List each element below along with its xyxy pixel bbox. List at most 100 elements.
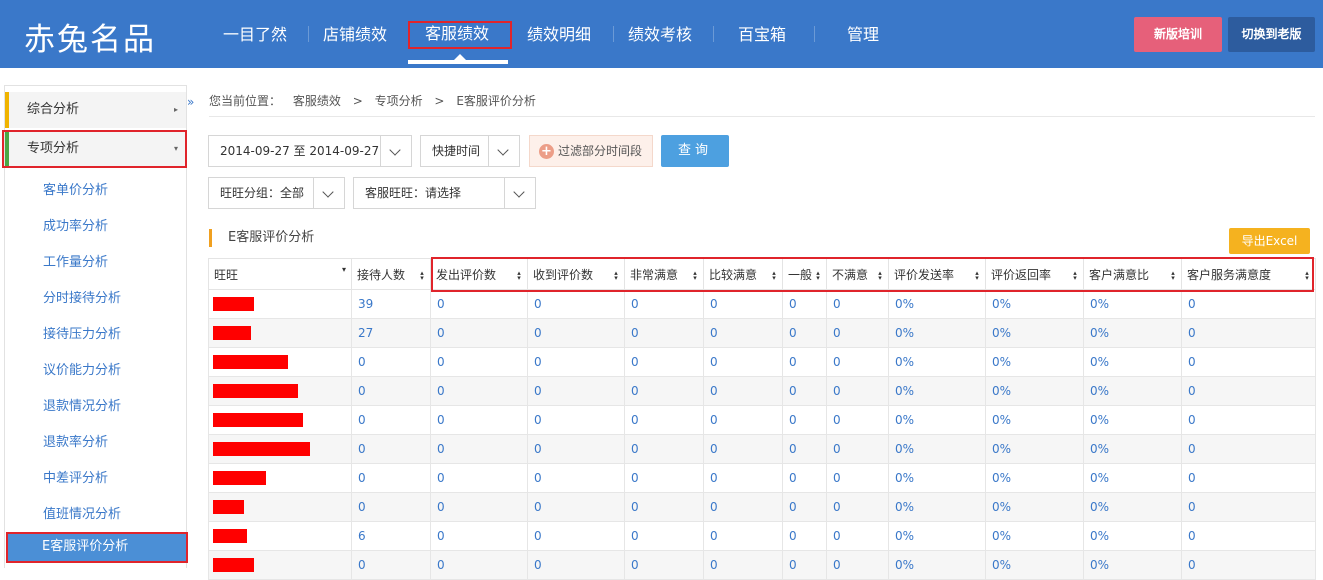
table-cell: 0%: [1083, 550, 1182, 580]
quick-time-select[interactable]: 快捷时间: [420, 135, 520, 167]
breadcrumb-separator: >: [434, 94, 445, 108]
table-cell: 0: [527, 463, 625, 493]
table-cell: 0: [430, 521, 528, 551]
table-cell: 0: [1181, 347, 1316, 377]
table-cell: 0: [624, 376, 704, 406]
sidebar-item-bargaining[interactable]: 议价能力分析: [43, 359, 121, 378]
wangwang-cell: [208, 492, 352, 522]
table-cell: 0: [430, 318, 528, 348]
wangwang-group-select[interactable]: 旺旺分组：全部: [208, 177, 345, 209]
table-cell: 0: [826, 521, 889, 551]
sidebar-item-refund-status[interactable]: 退款情况分析: [43, 395, 121, 414]
table-cell: 0: [430, 550, 528, 580]
table-cell: 0: [527, 289, 625, 319]
breadcrumb-item[interactable]: 专项分析: [375, 94, 423, 108]
export-excel-button[interactable]: 导出Excel: [1229, 228, 1310, 254]
table-cell: 0: [826, 492, 889, 522]
chevron-down-icon: [488, 136, 519, 166]
sidebar-item-refund-rate[interactable]: 退款率分析: [43, 431, 108, 450]
table-cell: 0: [703, 463, 783, 493]
table-cell[interactable]: 0: [351, 550, 431, 580]
new-training-button[interactable]: 新版培训: [1134, 17, 1222, 52]
nav-separator: [308, 26, 309, 42]
redacted-name: [213, 413, 303, 428]
table-cell[interactable]: 39: [351, 289, 431, 319]
sort-icon[interactable]: ▴▾: [418, 269, 426, 279]
table-cell: 0%: [1083, 376, 1182, 406]
sidebar-group-highlight: [2, 130, 187, 168]
breadcrumb-item[interactable]: 客服绩效: [293, 94, 341, 108]
sidebar-item-hourly-reception[interactable]: 分时接待分析: [43, 287, 121, 306]
nav-active-underline: [408, 60, 508, 64]
nav-separator: [814, 26, 815, 42]
table-cell: 0: [782, 463, 827, 493]
table-cell[interactable]: 27: [351, 318, 431, 348]
table-row: 0 0 0 0 0 0 0 0% 0% 0% 0: [208, 405, 1316, 435]
table-row: 0 0 0 0 0 0 0 0% 0% 0% 0: [208, 376, 1316, 406]
redacted-name: [213, 355, 288, 370]
table-cell: 0%: [985, 318, 1084, 348]
nav-item-overview[interactable]: 一目了然: [223, 21, 287, 45]
exclude-period-button[interactable]: + 过滤部分时间段: [529, 135, 653, 167]
sidebar-collapse-icon[interactable]: »: [187, 95, 194, 109]
table-cell: 0: [624, 521, 704, 551]
nav-item-performance-detail[interactable]: 绩效明细: [527, 21, 591, 45]
wangwang-cell: [208, 318, 352, 348]
table-cell: 0: [826, 376, 889, 406]
app-logo[interactable]: 赤兔名品: [24, 14, 156, 59]
wangwang-group-value: 旺旺分组：全部: [220, 186, 305, 200]
table-cell: 0: [527, 521, 625, 551]
column-header[interactable]: 旺旺 ▾: [208, 258, 352, 290]
table-cell: 0: [624, 289, 704, 319]
dropdown-caret-icon[interactable]: ▾: [342, 266, 346, 274]
table-cell: 0: [782, 376, 827, 406]
date-range-select[interactable]: 2014-09-27 至 2014-09-27: [208, 135, 412, 167]
top-header: 赤兔名品 一目了然 店铺绩效 客服绩效 绩效明细 绩效考核 百宝箱 管理 新版培…: [0, 0, 1323, 68]
table-cell: 0: [527, 492, 625, 522]
table-cell: 0%: [888, 405, 986, 435]
sidebar-item-reception-pressure[interactable]: 接待压力分析: [43, 323, 121, 342]
sidebar: 综合分析 ▸ 专项分析 ▾ 客单价分析 成功率分析 工作量分析 分时接待分析 接…: [2, 85, 188, 568]
nav-item-admin[interactable]: 管理: [847, 21, 879, 45]
nav-item-performance-review[interactable]: 绩效考核: [628, 21, 692, 45]
sidebar-item-unit-price[interactable]: 客单价分析: [43, 179, 108, 198]
table-cell: 0: [1181, 376, 1316, 406]
table-cell[interactable]: 0: [351, 405, 431, 435]
table-cell: 0: [826, 463, 889, 493]
redacted-name: [213, 558, 254, 573]
table-cell[interactable]: 0: [351, 492, 431, 522]
nav-active-caret: [454, 54, 466, 60]
table-cell: 0: [703, 347, 783, 377]
table-cell: 0: [703, 550, 783, 580]
table-cell: 0: [624, 463, 704, 493]
table-cell[interactable]: 0: [351, 463, 431, 493]
nav-item-store-performance[interactable]: 店铺绩效: [323, 21, 387, 45]
table-cell[interactable]: 0: [351, 434, 431, 464]
sidebar-item-workload[interactable]: 工作量分析: [43, 251, 108, 270]
table-cell: 0: [430, 347, 528, 377]
table-cell: 0: [703, 289, 783, 319]
table-cell[interactable]: 6: [351, 521, 431, 551]
table-cell: 0%: [888, 521, 986, 551]
table-cell: 0: [782, 318, 827, 348]
nav-item-toolbox[interactable]: 百宝箱: [738, 21, 786, 45]
service-wangwang-value: 客服旺旺：请选择: [365, 186, 462, 200]
breadcrumb-current: E客服评价分析: [456, 94, 536, 108]
switch-old-version-button[interactable]: 切换到老版: [1228, 17, 1315, 52]
table-cell: 0: [826, 318, 889, 348]
table-cell[interactable]: 0: [351, 376, 431, 406]
table-cell: 0: [826, 347, 889, 377]
sidebar-item-neutral-negative-review[interactable]: 中差评分析: [43, 467, 108, 486]
table-cell: 0: [430, 492, 528, 522]
service-wangwang-select[interactable]: 客服旺旺：请选择: [353, 177, 536, 209]
column-header[interactable]: 接待人数 ▴▾: [351, 258, 431, 290]
sidebar-group-comprehensive[interactable]: 综合分析 ▸: [5, 92, 186, 128]
query-button[interactable]: 查询: [661, 135, 729, 167]
sidebar-item-success-rate[interactable]: 成功率分析: [43, 215, 108, 234]
sidebar-item-duty[interactable]: 值班情况分析: [43, 503, 121, 522]
table-cell: 0: [703, 376, 783, 406]
table-cell: 0: [624, 550, 704, 580]
table-cell: 0%: [985, 289, 1084, 319]
sidebar-active-highlight: [6, 532, 188, 563]
table-cell[interactable]: 0: [351, 347, 431, 377]
